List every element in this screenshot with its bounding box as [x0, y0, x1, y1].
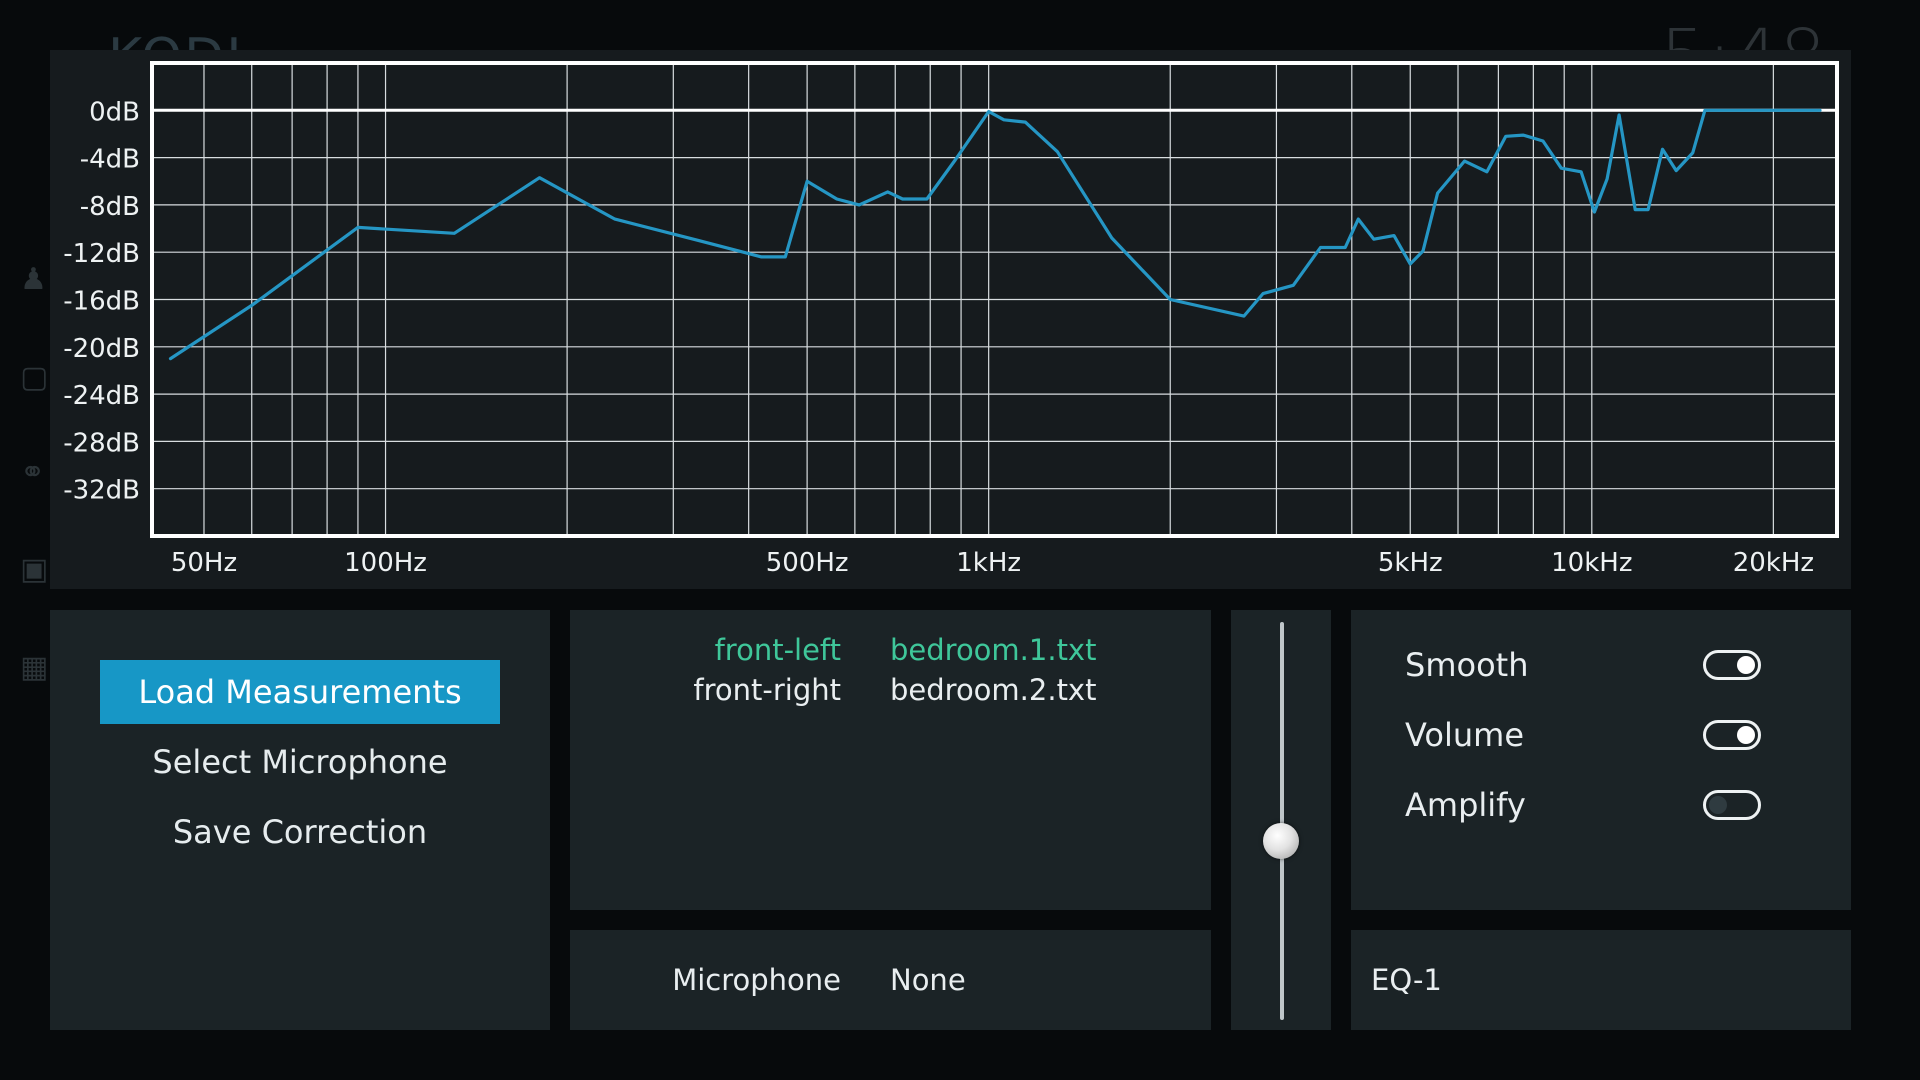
headphones-icon: ⚭	[20, 455, 46, 490]
toggle-knob	[1737, 656, 1755, 674]
load-measurements-button[interactable]: Load Measurements	[100, 660, 500, 724]
y-tick-label: -28dB	[63, 428, 140, 458]
x-tick-label: 100Hz	[344, 548, 427, 578]
y-tick-label: -16dB	[63, 287, 140, 317]
measurement-files-panel: front-left bedroom.1.txt front-right bed…	[570, 610, 1211, 910]
microphone-label: Microphone	[672, 963, 841, 997]
screen: KODI 5:48 PM ♟ ▢ ⚭ ▣ ▦ 0dB-4dB-8dB-12dB-…	[0, 0, 1920, 1080]
amplify-label: Amplify	[1405, 786, 1526, 824]
volume-label: Volume	[1405, 716, 1525, 754]
channel-label: front-right	[693, 673, 841, 707]
y-tick-label: -24dB	[63, 381, 140, 411]
smooth-toggle-row[interactable]: Smooth	[1351, 640, 1851, 690]
y-tick-label: -20dB	[63, 334, 140, 364]
people-icon: ♟	[20, 262, 47, 297]
file-name: bedroom.1.txt	[890, 633, 1097, 667]
response-curve	[168, 108, 1822, 361]
options-panel: Smooth Volume Amplify	[1351, 610, 1851, 910]
microphone-panel[interactable]: Microphone None	[570, 930, 1211, 1030]
addons-icon: ▣	[20, 552, 49, 587]
y-tick-label: 0dB	[89, 97, 140, 127]
x-tick-label: 10kHz	[1551, 548, 1632, 578]
save-correction-button[interactable]: Save Correction	[100, 800, 500, 864]
toggle-knob	[1737, 726, 1755, 744]
smooth-toggle[interactable]	[1703, 650, 1761, 680]
eq-preset-label: EQ-1	[1371, 963, 1442, 997]
x-tick-label: 50Hz	[171, 548, 237, 578]
y-axis-labels: 0dB -4dB -8dB -12dB -16dB -20dB -24dB -28dB -32d…	[63, 97, 140, 505]
microphone-value: None	[890, 963, 966, 997]
y-tick-label: -4dB	[80, 145, 140, 175]
frequency-response-chart: 0dB -4dB -8dB -12dB -16dB -20dB -24dB -28dB -32d…	[63, 61, 1839, 578]
file-row-front-left[interactable]: front-left bedroom.1.txt	[570, 630, 1211, 670]
movies-icon: ▦	[20, 650, 49, 685]
response-curve-layer	[168, 108, 1822, 361]
volume-toggle[interactable]	[1703, 720, 1761, 750]
y-tick-label: -32dB	[63, 476, 140, 506]
x-tick-label: 500Hz	[766, 548, 849, 578]
eq-preset-panel[interactable]: EQ-1	[1351, 930, 1851, 1030]
channel-label: front-left	[714, 633, 841, 667]
actions-panel: Load Measurements Select Microphone Save…	[50, 610, 550, 1030]
tv-icon: ▢	[20, 360, 49, 395]
select-microphone-button[interactable]: Select Microphone	[100, 730, 500, 794]
frequency-response-panel: 0dB -4dB -8dB -12dB -16dB -20dB -24dB -28dB -32d…	[50, 50, 1851, 589]
y-tick-label: -8dB	[80, 192, 140, 222]
x-tick-label: 1kHz	[956, 548, 1021, 578]
slider-knob[interactable]	[1263, 822, 1299, 859]
x-tick-label: 5kHz	[1378, 548, 1443, 578]
amplify-toggle-row[interactable]: Amplify	[1351, 780, 1851, 830]
toggle-knob	[1709, 796, 1727, 814]
amplify-toggle[interactable]	[1703, 790, 1761, 820]
file-row-front-right[interactable]: front-right bedroom.2.txt	[570, 670, 1211, 710]
file-name: bedroom.2.txt	[890, 673, 1097, 707]
smooth-label: Smooth	[1405, 646, 1529, 684]
slider-track[interactable]	[1280, 622, 1284, 1020]
x-axis-labels: 50Hz 100Hz 500Hz 1kHz 5kHz 10kHz 20kHz	[171, 548, 1814, 578]
volume-toggle-row[interactable]: Volume	[1351, 710, 1851, 760]
chart-grid	[152, 62, 1837, 537]
x-tick-label: 20kHz	[1733, 548, 1814, 578]
level-slider-panel	[1231, 610, 1331, 1030]
y-tick-label: -12dB	[63, 239, 140, 269]
